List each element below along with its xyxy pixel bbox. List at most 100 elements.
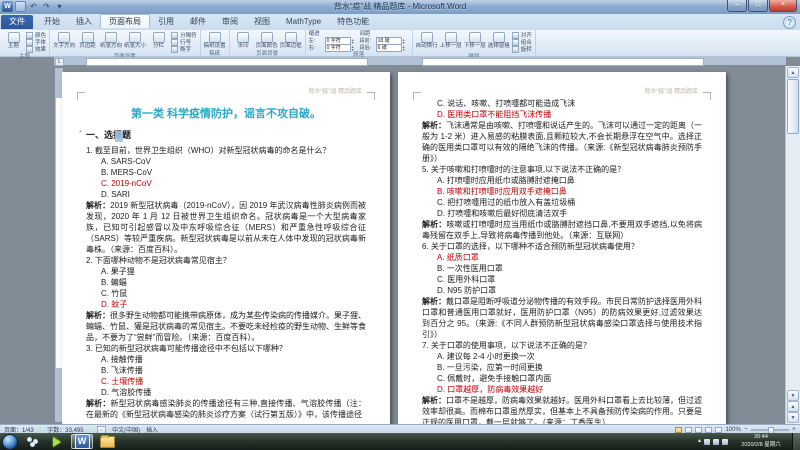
outline-view-button[interactable] [705, 427, 712, 433]
spinner-icon[interactable]: ▴▾ [403, 45, 405, 51]
previous-page-icon[interactable]: ▲ [787, 401, 799, 412]
media-player-taskbar-button[interactable] [46, 434, 68, 449]
action-center-icon[interactable] [704, 439, 710, 445]
homegroup-taskbar-button[interactable] [21, 434, 43, 449]
ribbon-tab-4[interactable]: 引用 [150, 14, 182, 29]
scroll-down-icon[interactable]: ▼ [787, 390, 799, 401]
ribbon-button-icon [469, 32, 481, 43]
draft-view-button[interactable] [715, 427, 722, 433]
ribbon-small-column: 对齐组合旋转 [512, 31, 532, 53]
ribbon-tab-9[interactable]: 特色功能 [329, 14, 377, 29]
tray-chevron-icon[interactable]: ▴ [698, 433, 701, 450]
zoom-in-icon[interactable]: + [792, 427, 796, 433]
explorer-taskbar-button[interactable] [96, 434, 118, 449]
word-logo-icon[interactable]: W [2, 1, 13, 12]
ribbon-tab-2[interactable]: 插入 [68, 14, 100, 29]
question-text: 2. 下面哪种动物不是冠状病毒常见宿主？ [86, 255, 366, 266]
ribbon-tab-7[interactable]: 视图 [246, 14, 278, 29]
taskbar-clock[interactable]: 20:44 2020/2/8 星期六 [732, 434, 790, 449]
close-button[interactable]: × [769, 0, 797, 12]
scroll-up-icon[interactable]: ▲ [787, 67, 799, 78]
spinner-icon[interactable]: ▴▾ [352, 45, 354, 51]
answer-option: B. 飞沫传播 [86, 365, 366, 376]
minimize-button[interactable]: – [727, 0, 747, 12]
correct-answer-option: A. 纸质口罩 [422, 252, 702, 263]
ribbon-button-label: 文字方向 [53, 43, 75, 50]
start-button[interactable] [2, 434, 18, 450]
field-label: 左: [309, 37, 325, 44]
window-title: 背水“疫”战 精品题库 - Microsoft Word [100, 0, 700, 14]
ruler-segment-page1 [86, 58, 368, 66]
tab-selector-icon[interactable]: L [55, 58, 64, 66]
correct-answer-option: D. 医用类口罩不能阻挡飞沫传播 [422, 109, 702, 120]
ribbon-button[interactable]: 主题 [3, 31, 24, 50]
zoom-level[interactable]: 100% [725, 427, 740, 433]
show-desktop-button[interactable] [792, 433, 800, 450]
word-taskbar-button[interactable]: W [71, 434, 93, 449]
redo-icon[interactable]: ↷ [41, 1, 52, 12]
ribbon-button[interactable]: 断字 [171, 46, 197, 52]
print-layout-view-button[interactable] [675, 427, 682, 433]
qat-dropdown-icon[interactable]: ▾ [54, 1, 65, 12]
answer-option: A. 果子狸 [86, 266, 366, 277]
spinner-icon[interactable]: ▴▾ [352, 38, 354, 44]
document-page-2[interactable]: 背水“疫”战 精品题库 C. 说话、咳嗽、打喷嚏都可能造成飞沫D. 医用类口罩不… [398, 72, 726, 424]
document-page-1[interactable]: 背水“疫”战 精品题库 * 第一类 科学疫情防护，谣言不攻自破。一、选择题1. … [62, 72, 390, 424]
vertical-scrollbar[interactable]: ▲ ▼ ▲ ▼ [785, 66, 800, 424]
correct-answer-option: B. 咳嗽和打喷嚏时应用双手遮掩口鼻 [422, 186, 702, 197]
ribbon-button[interactable]: 稿纸设置 [204, 31, 226, 50]
ribbon-button[interactable]: 效果 [26, 46, 46, 52]
help-button[interactable]: ? [783, 16, 796, 29]
zoom-out-icon[interactable]: − [744, 427, 748, 433]
save-icon[interactable] [15, 1, 26, 12]
maximize-button[interactable]: □ [748, 0, 768, 12]
ribbon-field-column: 间距段前:18 磅▴▾段后:6 磅▴▾ [360, 31, 405, 51]
answer-option: A. 接触传播 [86, 354, 366, 365]
network-icon[interactable] [713, 439, 719, 445]
page-header: 背水“疫”战 精品题库 [644, 86, 698, 95]
zoom-slider[interactable] [751, 429, 789, 431]
fullscreen-view-button[interactable] [685, 427, 692, 433]
ribbon-button[interactable]: 页面颜色 [256, 31, 278, 50]
ribbon-button[interactable]: 纸张大小 [124, 31, 146, 50]
ribbon-tab-3[interactable]: 页面布局 [100, 14, 150, 28]
analysis-label: 解析： [86, 311, 110, 320]
horizontal-ruler[interactable]: L [0, 56, 786, 66]
ribbon-tab-8[interactable]: MathType [278, 14, 329, 29]
ribbon-button[interactable]: 自动换行 [416, 31, 438, 50]
folder-icon [100, 436, 115, 448]
answer-option: A. SARS-CoV [86, 156, 366, 167]
ribbon-field-column: 缩进左:0 字符▴▾右:0 字符▴▾ [309, 31, 354, 51]
web-layout-view-button[interactable] [695, 427, 702, 433]
analysis-paragraph: 解析：新型冠状病毒感染肺炎的传播途径有三种,直接传播、气溶胶传播（注：在最新的《… [86, 398, 366, 420]
ribbon-tab-1[interactable]: 开始 [36, 14, 68, 29]
answer-option: D. SARI [86, 189, 366, 200]
ribbon-button[interactable]: 分栏 [148, 31, 169, 50]
next-page-icon[interactable]: ▼ [787, 412, 799, 423]
ribbon-button[interactable]: 下移一层 [464, 31, 486, 50]
scrollbar-thumb[interactable] [787, 79, 799, 134]
ribbon-button[interactable]: 页面边框 [280, 31, 302, 50]
correct-answer-option: C. 2019-nCoV [86, 178, 366, 189]
ribbon-button[interactable]: 水印 [233, 31, 254, 50]
ribbon-button-icon [493, 32, 505, 43]
ribbon-tab-0[interactable]: 文件 [1, 15, 33, 29]
ribbon-button[interactable]: 上移一层 [440, 31, 462, 50]
ribbon-button[interactable]: 文字方向 [53, 31, 75, 50]
ribbon-button-icon [445, 32, 457, 43]
ribbon-button[interactable]: 旋转 [512, 46, 532, 52]
spinner-icon[interactable]: ▴▾ [403, 38, 405, 44]
ribbon-tab-6[interactable]: 审阅 [214, 14, 246, 29]
answer-option: C. 竹鼠 [86, 288, 366, 299]
undo-icon[interactable]: ↶ [28, 1, 39, 12]
margin-crop-mark [367, 92, 375, 100]
margin-crop-mark [413, 92, 421, 100]
ribbon-button[interactable]: 选择窗格 [488, 31, 510, 50]
ribbon-button[interactable]: 纸张方向 [100, 31, 122, 50]
ribbon-field-row: 段后:6 磅▴▾ [360, 44, 405, 51]
ribbon-button[interactable]: 页边距 [77, 31, 98, 50]
ribbon-tab-5[interactable]: 邮件 [182, 14, 214, 29]
correct-answer-option: C. 土壤传播 [86, 376, 366, 387]
volume-icon[interactable] [722, 439, 728, 445]
ribbon-button-icon [26, 39, 33, 46]
